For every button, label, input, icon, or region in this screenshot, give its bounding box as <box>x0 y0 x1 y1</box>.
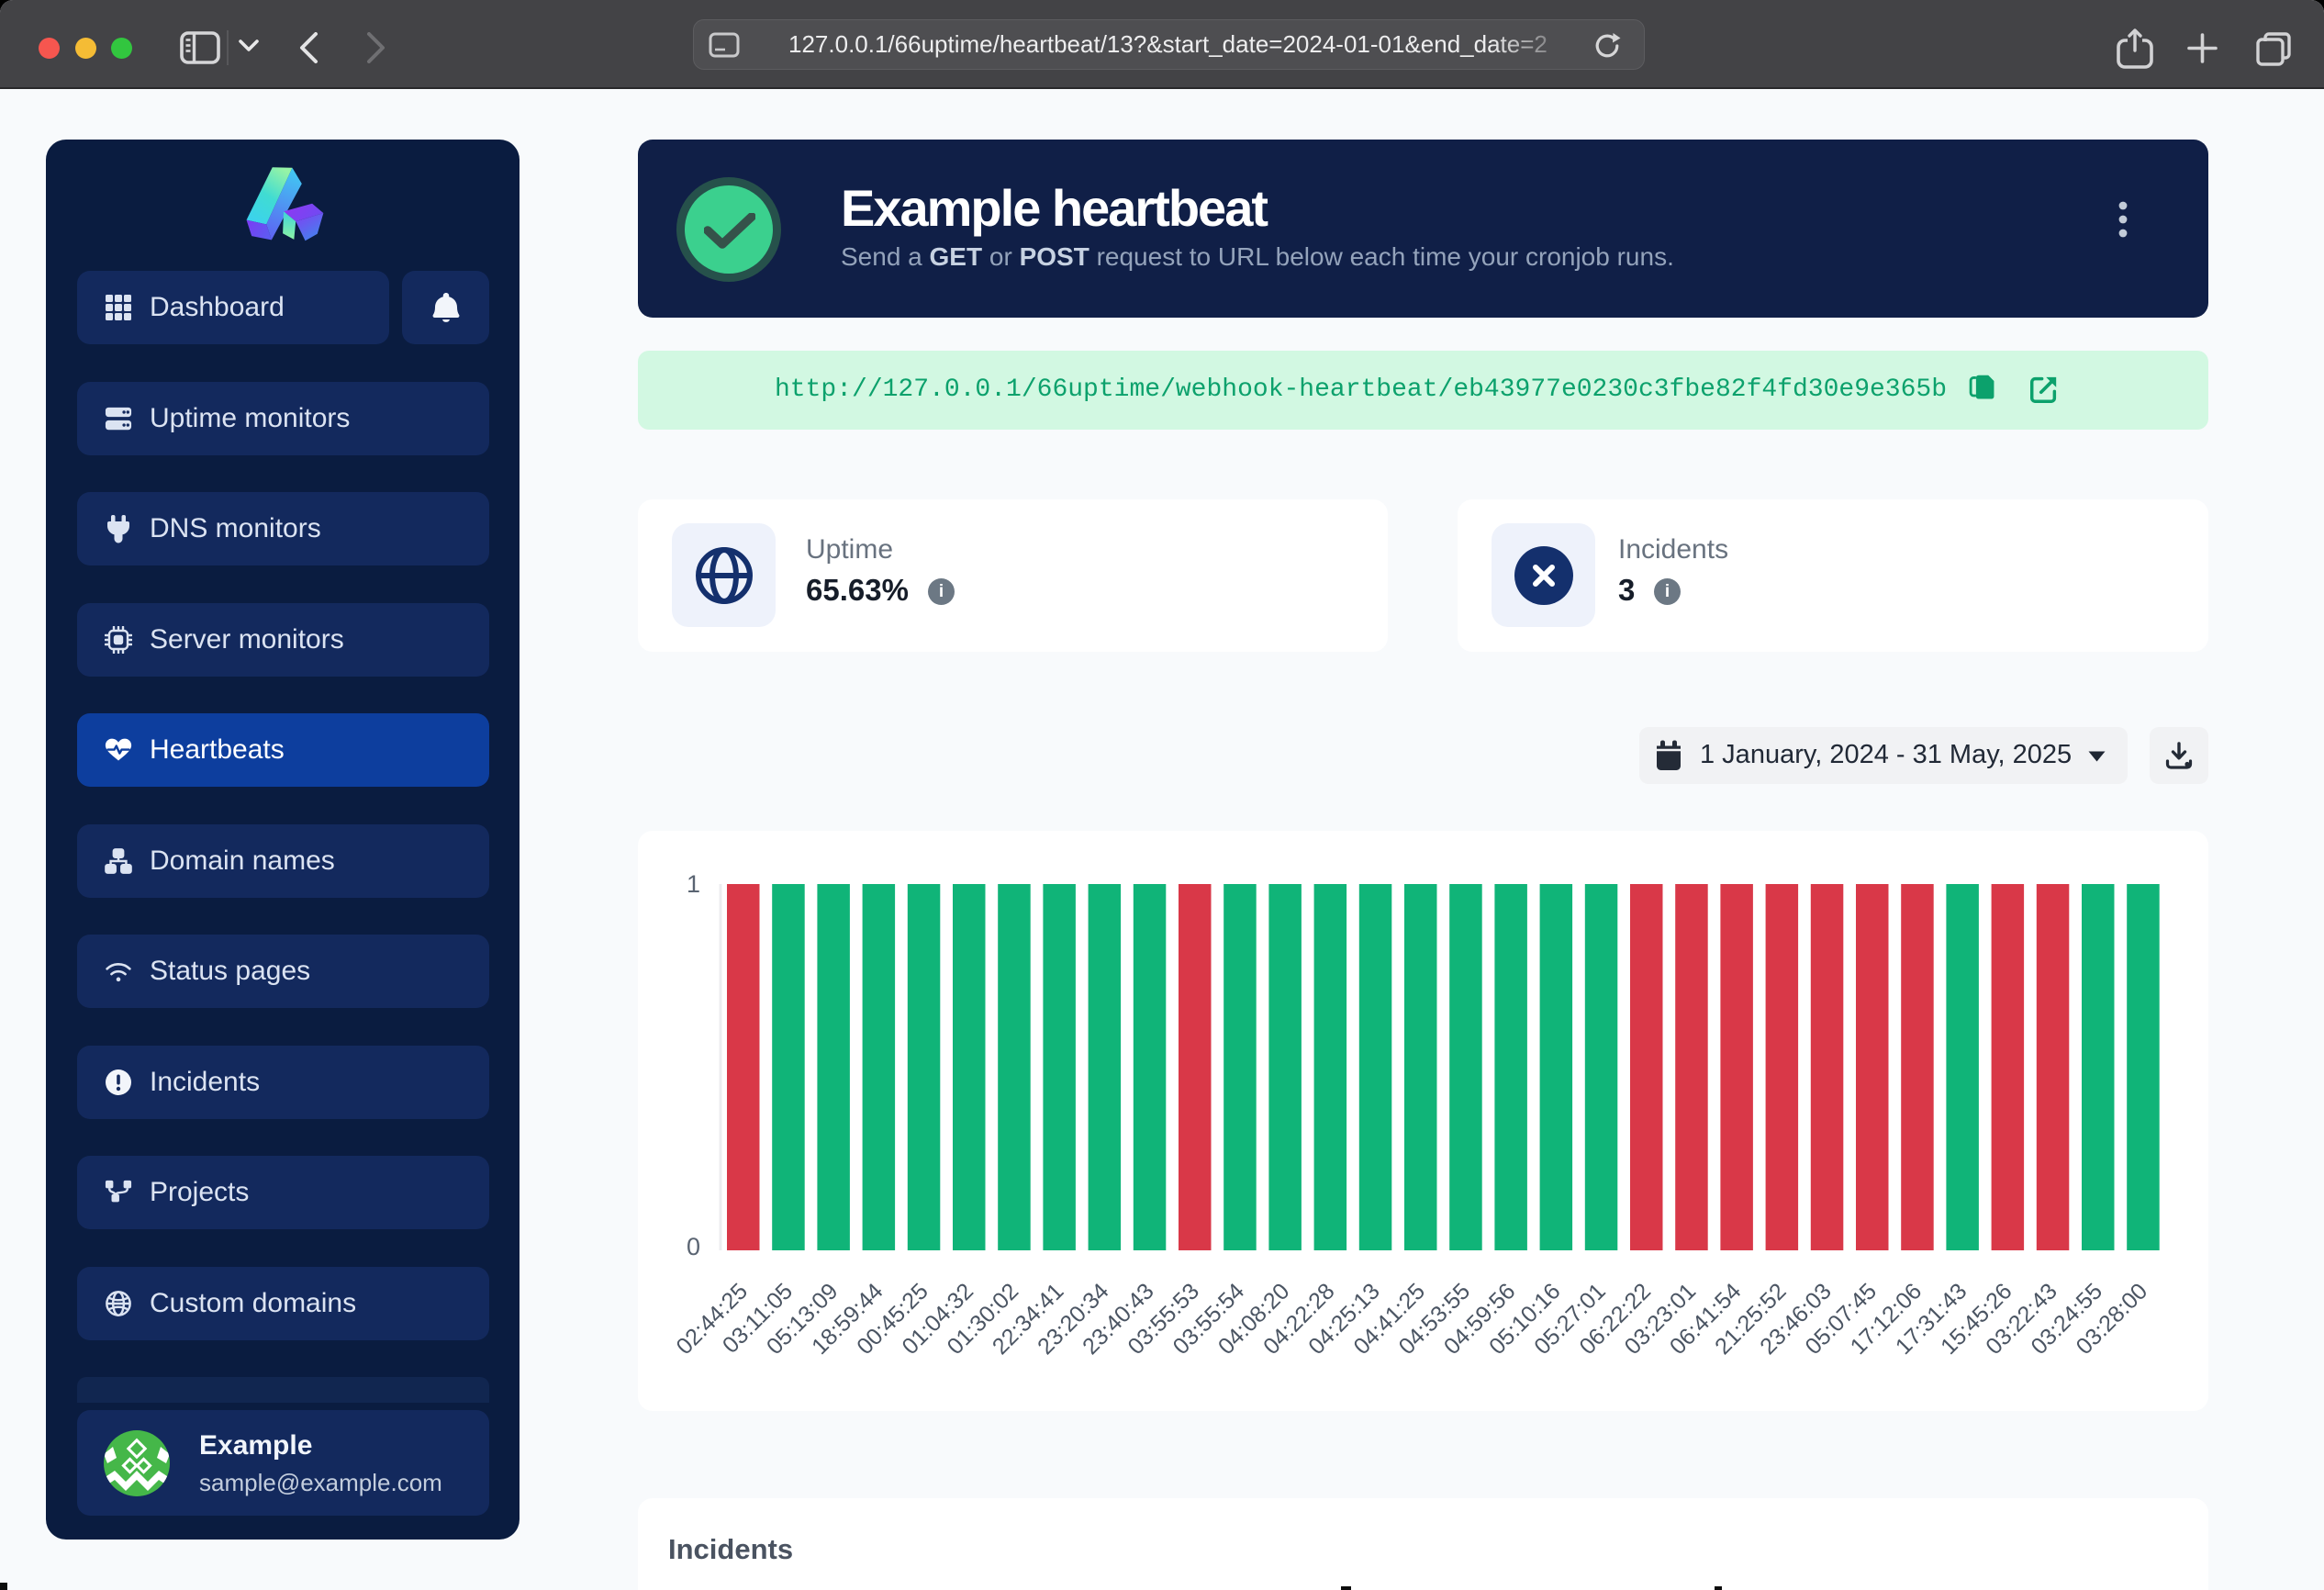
svg-text:0: 0 <box>687 1233 700 1260</box>
svg-text:1: 1 <box>687 870 700 898</box>
